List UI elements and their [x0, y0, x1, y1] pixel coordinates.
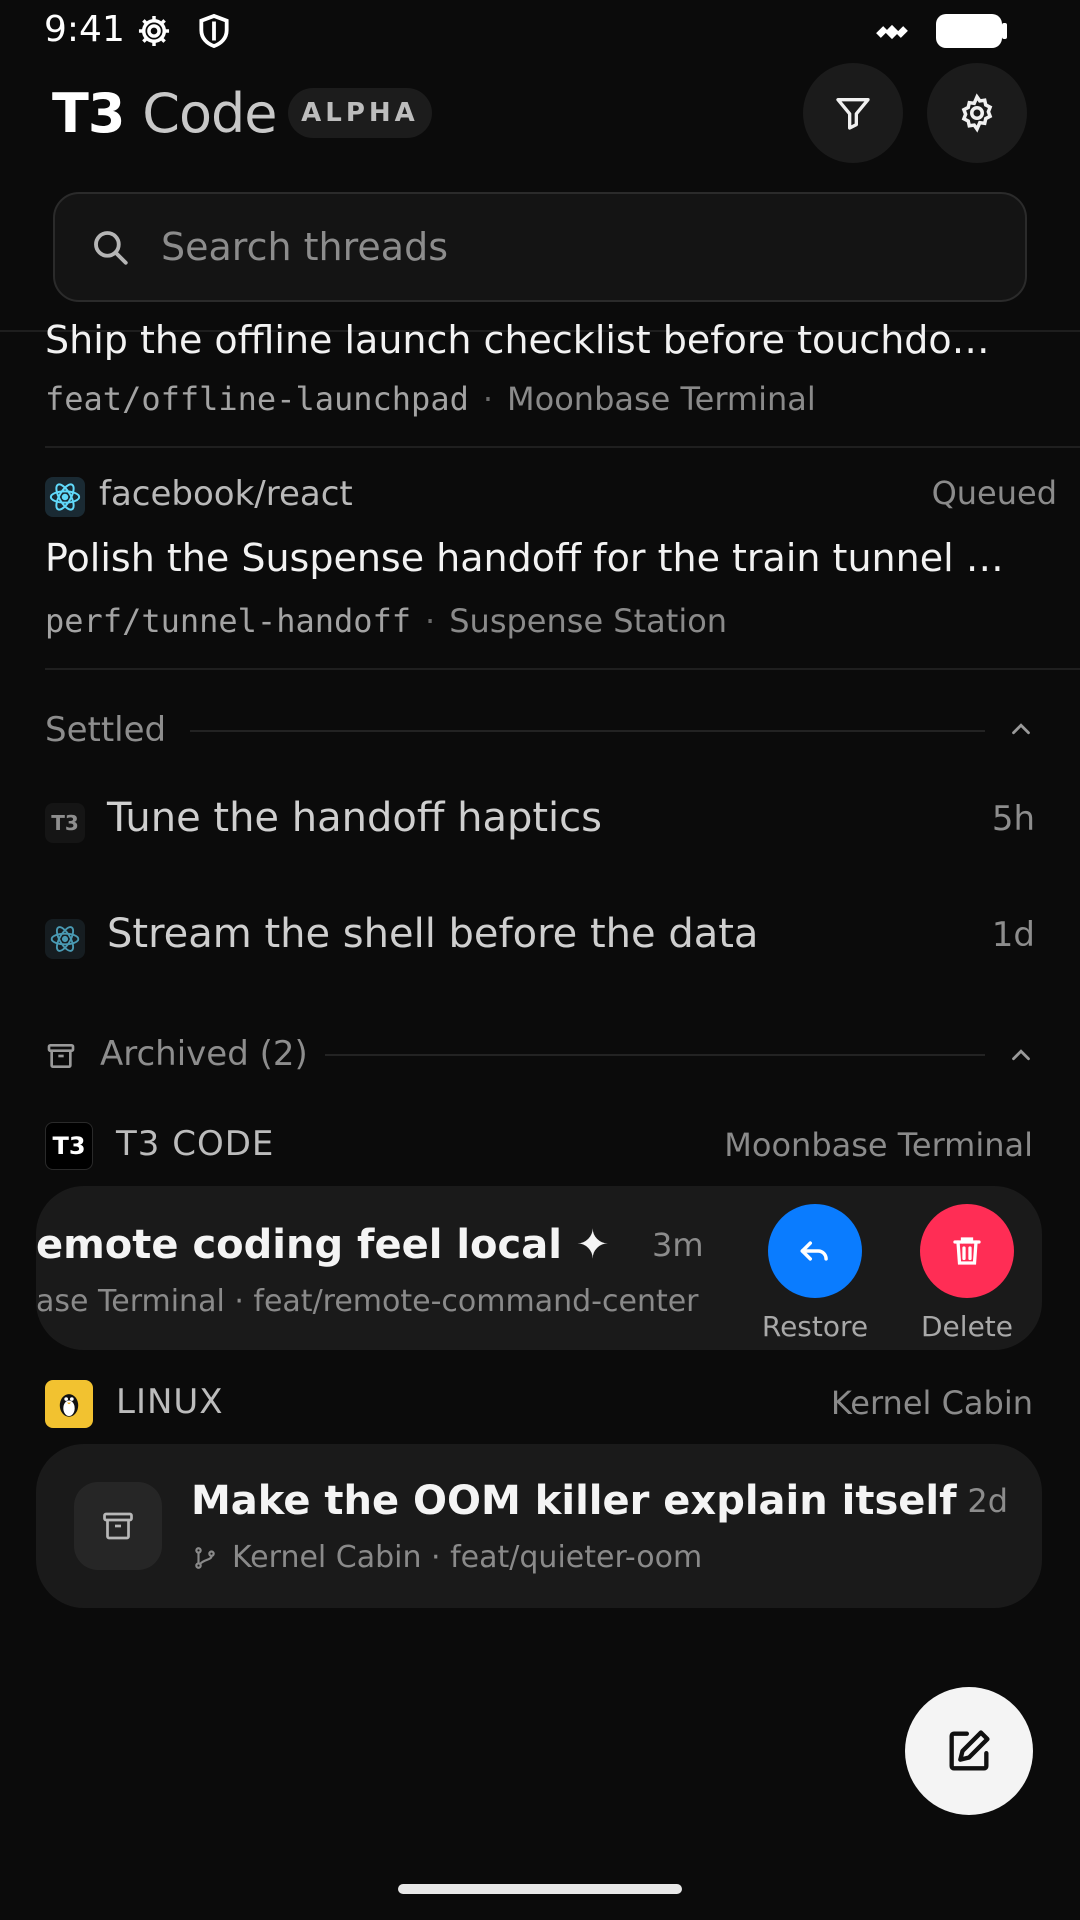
shield-icon: [195, 12, 233, 50]
settled-time: 1d: [991, 915, 1035, 955]
group-name: LINUX: [116, 1382, 224, 1422]
gear-icon: [135, 12, 173, 50]
thread-title: Ship the offline launch checklist before…: [45, 318, 990, 360]
settled-time: 5h: [991, 799, 1035, 839]
settled-item-stream[interactable]: Stream the shell before the data 1d: [45, 911, 1035, 971]
chevron-up-icon[interactable]: [1006, 714, 1036, 748]
search-bar[interactable]: [53, 192, 1027, 302]
thread-branch: perf/tunnel-handoff: [45, 602, 412, 640]
t3-icon: T3: [45, 803, 85, 843]
thread-title: Polish the Suspense handoff for the trai…: [45, 536, 1004, 580]
delete-circle[interactable]: [920, 1204, 1014, 1298]
chevron-up-icon[interactable]: [1006, 1040, 1036, 1074]
t3-icon: T3: [45, 1122, 93, 1170]
settings-button[interactable]: [927, 63, 1027, 163]
thread-env: Moonbase Terminal: [507, 380, 816, 418]
new-thread-button[interactable]: [905, 1687, 1033, 1815]
section-settled-label: Settled: [45, 710, 167, 750]
delete-button[interactable]: Delete: [897, 1204, 1037, 1343]
status-time: 9:41: [44, 9, 125, 50]
repo-name: facebook/react: [99, 474, 353, 514]
delete-label: Delete: [921, 1310, 1013, 1343]
group-name: T3 CODE: [116, 1124, 275, 1164]
archived-thread-card[interactable]: Make the OOM killer explain itself 2d Ke…: [36, 1444, 1042, 1608]
thread-status: Queued: [931, 474, 1057, 512]
row-divider: [45, 446, 1080, 448]
archive-icon: [74, 1482, 162, 1570]
search-input[interactable]: [161, 217, 921, 277]
battery-icon: [936, 14, 1002, 48]
search-icon: [94, 231, 128, 265]
home-indicator: [398, 1884, 682, 1894]
branch-icon: [192, 1545, 218, 1575]
filter-button[interactable]: [803, 63, 903, 163]
thread-row-react[interactable]: facebook/react Queued Polish the Suspens…: [45, 474, 1057, 664]
archive-icon: [45, 1040, 77, 1076]
satellite-icon: [872, 12, 910, 50]
section-line: [325, 1054, 985, 1056]
card-title: Make the OOM killer explain itself: [191, 1478, 957, 1524]
thread-branch: feat/offline-launchpad: [45, 380, 469, 418]
thread-row-offline[interactable]: Ship the offline launch checklist before…: [45, 310, 1045, 360]
restore-button[interactable]: Restore: [745, 1204, 885, 1343]
thread-meta: feat/offline-launchpad · Moonbase Terminal: [45, 380, 816, 418]
battery-tip: [1002, 23, 1007, 39]
app-title: T3 Code: [52, 82, 277, 145]
row-divider: [45, 668, 1080, 670]
group-env: Kernel Cabin: [830, 1384, 1033, 1422]
card-meta: ase Terminal · feat/remote-command-cente…: [36, 1284, 699, 1319]
react-icon: [45, 477, 85, 517]
tux-icon: [45, 1380, 93, 1428]
card-time: 3m: [652, 1226, 704, 1264]
settings-icon: [961, 93, 993, 133]
card-meta: Kernel Cabin · feat/quieter-oom: [232, 1540, 703, 1575]
settled-title: Stream the shell before the data: [107, 911, 759, 957]
react-icon: [45, 919, 85, 959]
card-time: 2d: [967, 1482, 1008, 1520]
settled-title: Tune the handoff haptics: [107, 795, 602, 841]
filter-icon: [836, 98, 870, 130]
group-env: Moonbase Terminal: [724, 1126, 1033, 1164]
card-title: emote coding feel local ✦: [36, 1222, 610, 1268]
thread-meta: perf/tunnel-handoff · Suspense Station: [45, 602, 728, 640]
archived-thread-card-swiped[interactable]: emote coding feel local ✦ ase Terminal ·…: [36, 1186, 1042, 1350]
restore-label: Restore: [761, 1310, 869, 1343]
settled-item-haptics[interactable]: T3 Tune the handoff haptics 5h: [45, 795, 1035, 855]
section-archived-label: Archived (2): [100, 1034, 308, 1074]
restore-circle[interactable]: [768, 1204, 862, 1298]
section-line: [190, 730, 985, 732]
compose-icon: [949, 1730, 990, 1771]
undo-icon: [800, 1241, 828, 1261]
thread-env: Suspense Station: [449, 602, 728, 640]
trash-icon: [953, 1237, 981, 1265]
alpha-badge: ALPHA: [288, 88, 432, 138]
